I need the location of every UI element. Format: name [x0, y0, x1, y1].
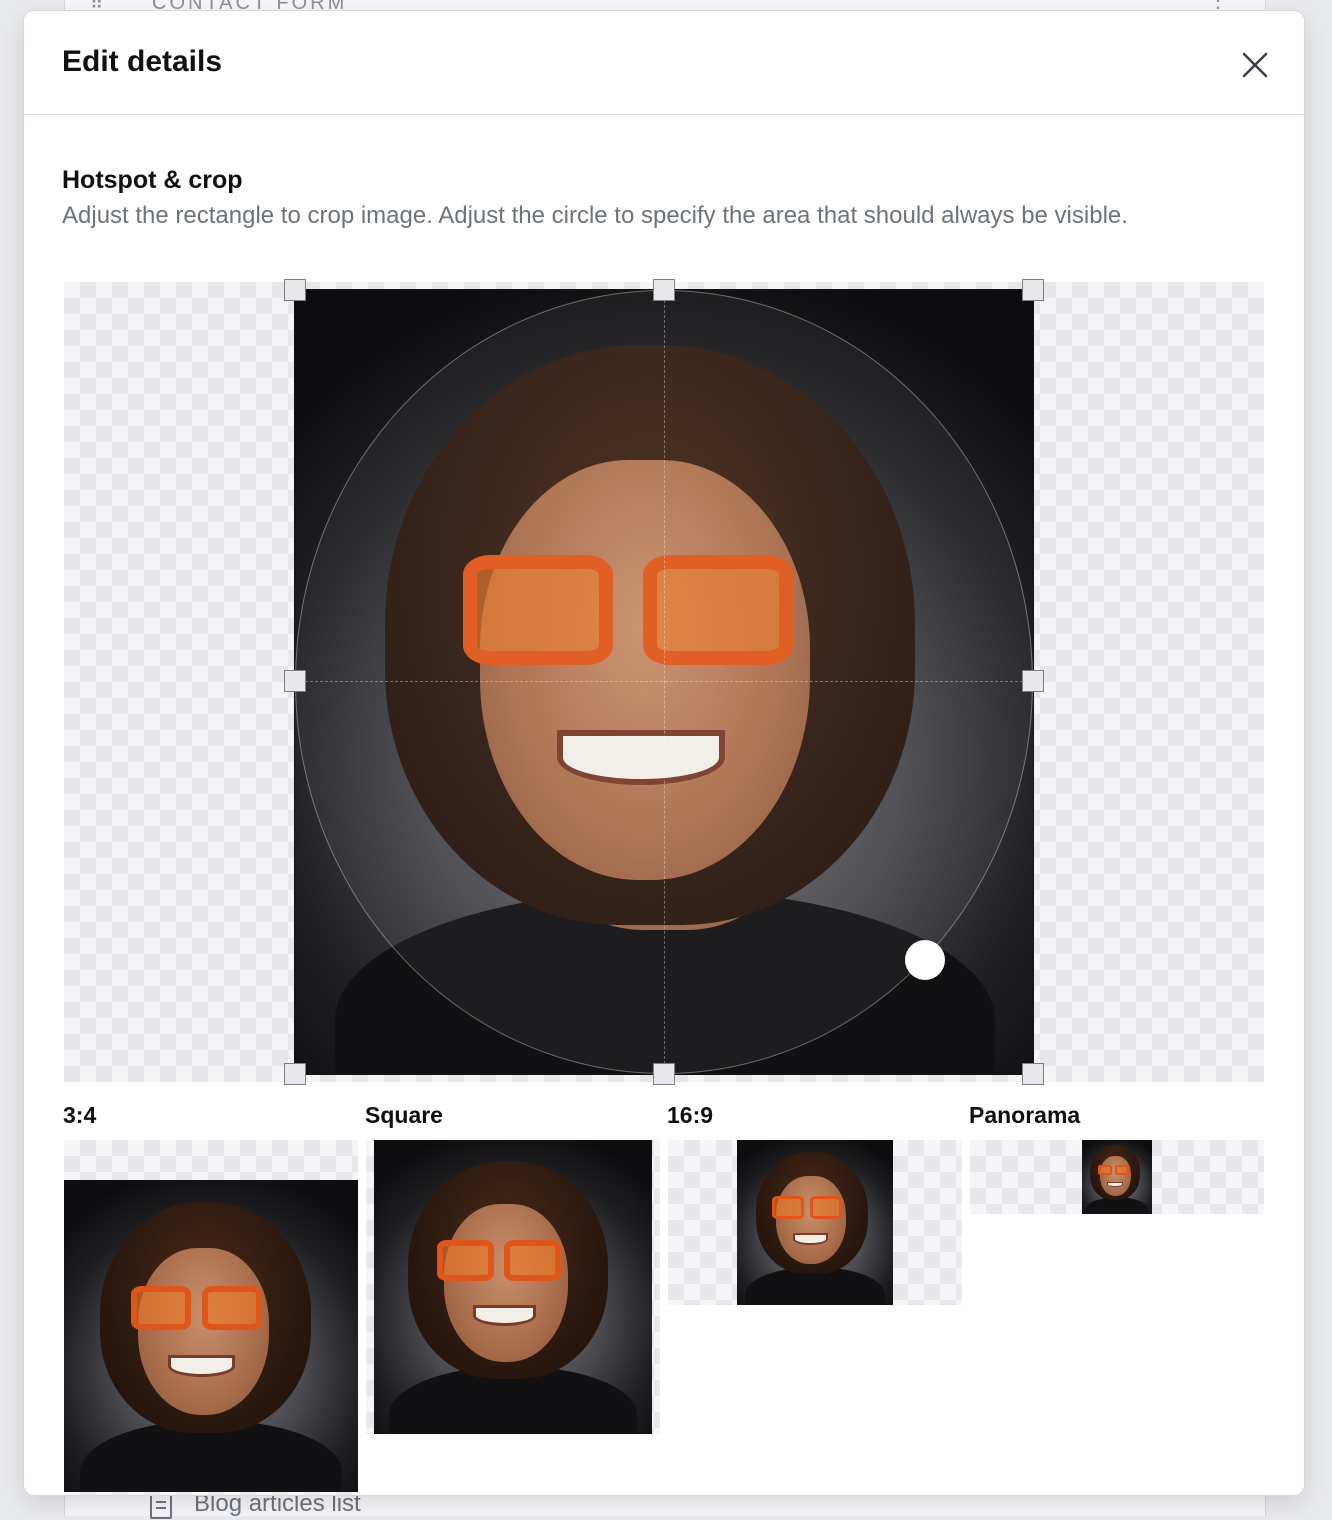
preview-16-9: [668, 1140, 962, 1305]
edit-details-dialog: Edit details Hotspot & crop Adjust the r…: [24, 11, 1304, 1495]
preview-label-16-9: 16:9: [667, 1102, 714, 1128]
drag-handle-icon: ⠿: [90, 0, 104, 13]
preview-image: [374, 1140, 652, 1434]
dialog-title: Edit details: [62, 45, 223, 78]
background-row-label: CONTACT FORM: [152, 0, 348, 14]
crop-handle-middle-left[interactable]: [284, 670, 306, 692]
section-description: Adjust the rectangle to crop image. Adju…: [62, 202, 1128, 229]
kebab-menu-icon: ⋮: [1208, 0, 1228, 12]
hotspot-crop-editor[interactable]: [64, 279, 1264, 1085]
preview-label-square: Square: [365, 1102, 443, 1128]
document-icon: [150, 1493, 172, 1519]
preview-panorama: [970, 1140, 1264, 1214]
dialog-header: Edit details: [24, 11, 1304, 115]
crop-handle-bottom-right[interactable]: [1022, 1063, 1044, 1085]
guide-horizontal: [295, 681, 1033, 682]
crop-handle-bottom-left[interactable]: [284, 1063, 306, 1085]
crop-handle-top-center[interactable]: [653, 279, 675, 301]
preview-3-4: [64, 1140, 358, 1495]
crop-handle-middle-right[interactable]: [1022, 670, 1044, 692]
hotspot-resize-knob[interactable]: [905, 940, 945, 980]
preview-label-3-4: 3:4: [63, 1102, 97, 1128]
guide-vertical: [664, 290, 665, 1074]
section-title: Hotspot & crop: [62, 166, 243, 194]
preview-square: [366, 1140, 660, 1434]
close-button[interactable]: [1236, 46, 1274, 84]
close-icon: [1242, 52, 1268, 78]
preview-image: [1082, 1140, 1152, 1214]
crop-handle-bottom-center[interactable]: [653, 1063, 675, 1085]
crop-handle-top-left[interactable]: [284, 279, 306, 301]
crop-handle-top-right[interactable]: [1022, 279, 1044, 301]
crop-rectangle[interactable]: [294, 289, 1034, 1075]
preview-label-panorama: Panorama: [969, 1102, 1081, 1128]
preview-image: [737, 1140, 893, 1305]
preview-image: [64, 1180, 358, 1492]
